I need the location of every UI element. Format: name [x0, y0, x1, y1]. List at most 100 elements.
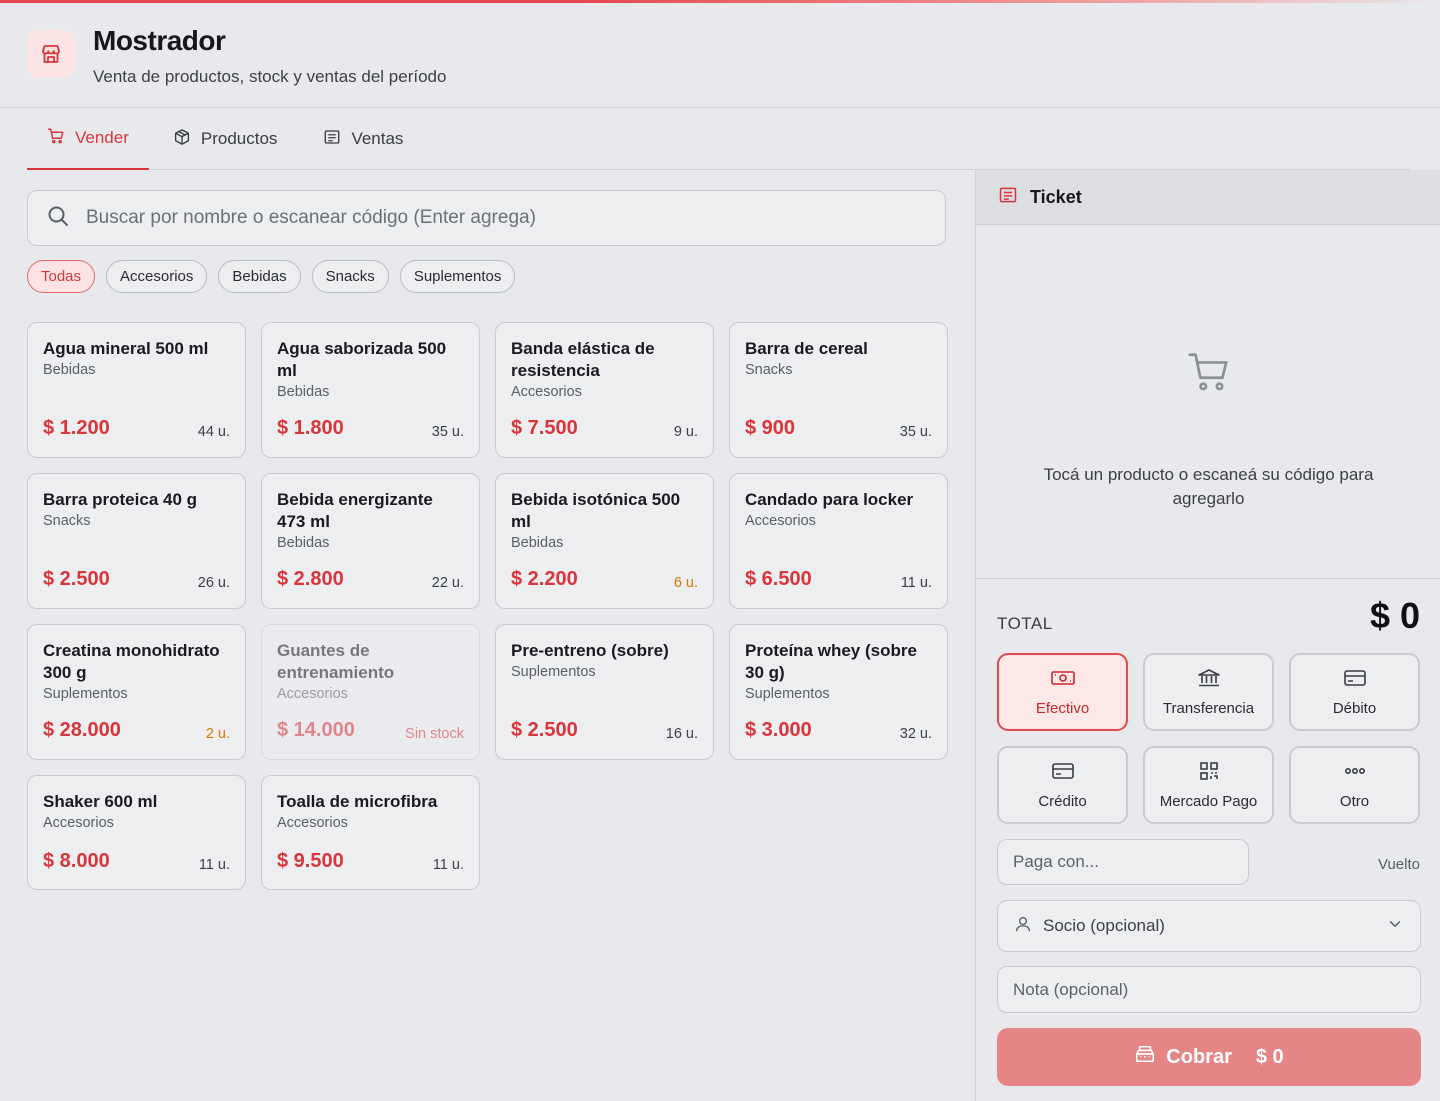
category-chip-snacks[interactable]: Snacks	[311, 260, 389, 293]
more-icon	[1343, 761, 1367, 785]
receipt-icon	[998, 185, 1018, 210]
product-stock: 22 u.	[431, 575, 464, 591]
product-stock: 9 u.	[673, 424, 698, 440]
product-category: Accesorios	[43, 815, 114, 831]
category-filters: Todas Accesorios Bebidas Snacks Suplemen…	[27, 260, 516, 293]
total-label: TOTAL	[997, 614, 1053, 633]
tab-ventas[interactable]: Ventas	[301, 108, 425, 170]
product-card[interactable]: Agua mineral 500 ml Bebidas $ 1.200 44 u…	[27, 322, 246, 458]
tab-productos[interactable]: Productos	[151, 108, 300, 170]
payment-methods: Efectivo Transferencia Débito Crédito Me…	[997, 653, 1420, 824]
product-card[interactable]: Barra proteica 40 g Snacks $ 2.500 26 u.	[27, 473, 246, 609]
category-chip-todas[interactable]: Todas	[27, 260, 96, 293]
product-name: Barra de cereal	[745, 339, 868, 358]
user-icon	[1014, 915, 1032, 938]
product-card[interactable]: Shaker 600 ml Accesorios $ 8.000 11 u.	[27, 775, 246, 890]
product-price: $ 2.200	[511, 568, 578, 590]
product-price: $ 1.800	[277, 417, 344, 439]
product-category: Suplementos	[43, 686, 128, 702]
product-price: $ 1.200	[43, 417, 110, 439]
product-card[interactable]: Agua saborizada 500 ml Bebidas $ 1.800 3…	[261, 322, 480, 458]
product-category: Snacks	[745, 362, 793, 378]
payment-method-debito[interactable]: Débito	[1289, 653, 1420, 731]
category-chip-suplementos[interactable]: Suplementos	[399, 260, 516, 293]
product-name: Agua mineral 500 ml	[43, 339, 209, 358]
cobrar-button[interactable]: Cobrar $ 0	[997, 1028, 1421, 1086]
receipt-icon	[323, 128, 341, 151]
product-category: Suplementos	[511, 664, 596, 680]
product-card[interactable]: Bebida energizante 473 ml Bebidas $ 2.80…	[261, 473, 480, 609]
category-chip-bebidas[interactable]: Bebidas	[218, 260, 301, 293]
store-icon	[27, 30, 75, 78]
product-card[interactable]: Candado para locker Accesorios $ 6.500 1…	[729, 473, 948, 609]
payment-method-mercado-pago[interactable]: Mercado Pago	[1143, 746, 1274, 824]
product-category: Accesorios	[511, 384, 582, 400]
product-stock: 44 u.	[197, 424, 230, 440]
product-price: $ 8.000	[43, 850, 110, 872]
qr-icon	[1199, 761, 1219, 785]
box-icon	[173, 128, 191, 151]
product-name: Banda elástica de resistencia	[511, 339, 655, 380]
debit-card-icon	[1343, 668, 1367, 692]
product-price: $ 2.500	[43, 568, 110, 590]
tab-label: Vender	[75, 128, 129, 147]
page-subtitle: Venta de productos, stock y ventas del p…	[93, 67, 447, 86]
product-card[interactable]: Toalla de microfibra Accesorios $ 9.500 …	[261, 775, 480, 890]
product-card[interactable]: Bebida isotónica 500 ml Bebidas $ 2.200 …	[495, 473, 714, 609]
product-card[interactable]: Pre-entreno (sobre) Suplementos $ 2.500 …	[495, 624, 714, 760]
product-price: $ 7.500	[511, 417, 578, 439]
cart-icon	[1186, 349, 1232, 400]
payment-method-label: Transferencia	[1162, 699, 1255, 717]
product-stock: 26 u.	[197, 575, 230, 591]
payment-method-label: Débito	[1332, 699, 1377, 717]
product-price: $ 14.000	[277, 719, 355, 741]
register-icon	[1134, 1044, 1156, 1070]
bank-icon	[1197, 668, 1221, 692]
product-category: Snacks	[43, 513, 91, 529]
product-card[interactable]: Barra de cereal Snacks $ 900 35 u.	[729, 322, 948, 458]
nota-input[interactable]	[1013, 979, 1420, 1000]
cobrar-label: Cobrar	[1166, 1045, 1232, 1068]
search-input[interactable]	[86, 207, 906, 229]
product-stock: 35 u.	[431, 424, 464, 440]
cash-icon	[1050, 668, 1076, 692]
socio-select-value: Socio (opcional)	[1043, 916, 1165, 935]
paga-con-input[interactable]	[1013, 852, 1248, 872]
product-grid: Agua mineral 500 ml Bebidas $ 1.200 44 u…	[27, 322, 948, 911]
payment-method-credito[interactable]: Crédito	[997, 746, 1128, 824]
product-category: Accesorios	[745, 513, 816, 529]
tab-label: Productos	[200, 129, 278, 148]
product-name: Barra proteica 40 g	[43, 490, 198, 509]
product-price: $ 9.500	[277, 850, 344, 872]
product-category: Bebidas	[511, 535, 564, 551]
product-price: $ 2.800	[277, 568, 344, 590]
product-price: $ 6.500	[745, 568, 812, 590]
product-stock-low: 2 u.	[205, 726, 230, 742]
product-category: Suplementos	[745, 686, 830, 702]
product-card[interactable]: Creatina monohidrato 300 g Suplementos $…	[27, 624, 246, 760]
product-category: Bebidas	[277, 535, 330, 551]
tab-label: Ventas	[351, 129, 404, 148]
product-card[interactable]: Banda elástica de resistencia Accesorios…	[495, 322, 714, 458]
page-header: Mostrador Venta de productos, stock y ve…	[0, 3, 1440, 108]
product-stock: 16 u.	[665, 726, 698, 742]
tab-vender[interactable]: Vender	[27, 108, 149, 170]
ticket-empty-text: Tocá un producto o escaneá su código par…	[1043, 465, 1374, 508]
socio-select[interactable]: Socio (opcional)	[997, 900, 1421, 952]
product-name: Bebida isotónica 500 ml	[511, 490, 681, 531]
product-name: Creatina monohidrato 300 g	[43, 641, 220, 682]
payment-method-efectivo[interactable]: Efectivo	[997, 653, 1128, 731]
product-price: $ 900	[745, 417, 796, 439]
product-category: Accesorios	[277, 815, 348, 831]
product-stock-low: 6 u.	[673, 575, 698, 591]
payment-method-otro[interactable]: Otro	[1289, 746, 1420, 824]
product-card[interactable]: Proteína whey (sobre 30 g) Suplementos $…	[729, 624, 948, 760]
total-value: $ 0	[1369, 595, 1420, 636]
ticket-title: Ticket	[1030, 186, 1082, 207]
vuelto-label: Vuelto	[1378, 856, 1420, 873]
payment-method-transferencia[interactable]: Transferencia	[1143, 653, 1274, 731]
product-card-out-of-stock: Guantes de entrenamiento Accesorios $ 14…	[261, 624, 480, 760]
product-name: Shaker 600 ml	[43, 792, 158, 811]
tab-bar: Vender Productos Ventas	[27, 108, 1410, 170]
category-chip-accesorios[interactable]: Accesorios	[106, 260, 208, 293]
